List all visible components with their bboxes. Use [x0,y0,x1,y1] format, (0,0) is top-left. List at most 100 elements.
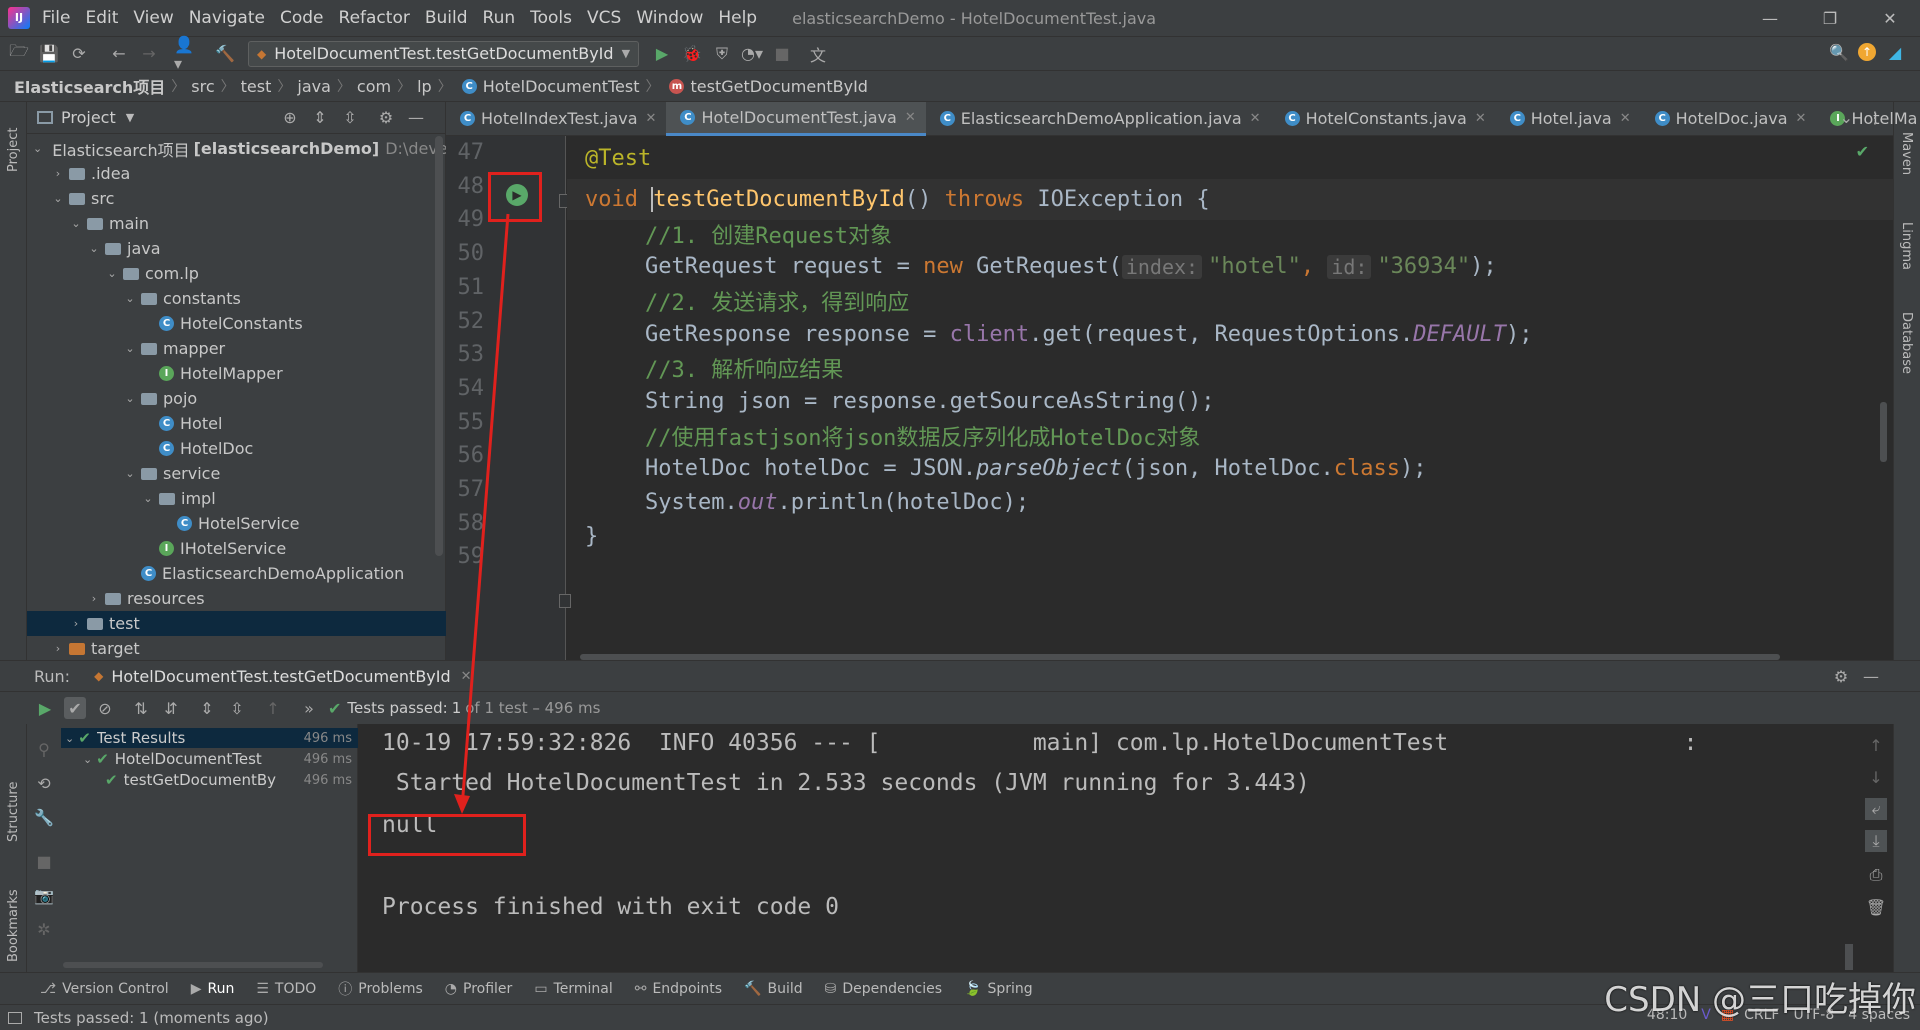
expand-all-icon[interactable]: ⇕ [196,697,218,719]
print-icon[interactable]: ⎙ [1865,864,1887,886]
menu-item-build[interactable]: Build [425,8,468,28]
update-icon[interactable]: ↑ [1858,43,1876,61]
gear-icon[interactable]: ⚙ [1830,665,1852,687]
menu-item-view[interactable]: View [133,8,173,28]
tree-item[interactable]: › resources [27,586,446,611]
scroll-end-icon[interactable]: ⤓ [1865,830,1887,852]
sync-icon[interactable]: ⟳ [68,43,90,65]
hide-icon[interactable]: — [1860,665,1882,687]
project-scrollbar[interactable] [435,136,443,556]
pin-icon[interactable]: ⚲ [33,738,55,760]
results-hscrollbar[interactable] [63,962,323,968]
database-tool-tab[interactable]: Database [1899,312,1914,374]
run-tab[interactable]: HotelDocumentTest.testGetDocumentById [111,667,450,686]
menu-item-file[interactable]: File [42,8,70,28]
tree-toggle-icon[interactable]: ⌄ [69,217,83,230]
tree-toggle-icon[interactable]: ⌄ [141,492,155,505]
bottom-tab-build[interactable]: 🔨 Build [744,981,803,997]
sort-duration-icon[interactable]: ⇵ [160,697,182,719]
bottom-tab-spring[interactable]: 🍃 Spring [964,981,1033,997]
breadcrumb-item[interactable]: testGetDocumentById [690,77,867,96]
stop-icon[interactable]: ■ [33,850,55,872]
debug-icon[interactable]: 🐞 [681,43,703,65]
breadcrumb-item[interactable]: Elasticsearch项目 [14,74,165,98]
close-icon[interactable]: ✕ [1860,9,1920,28]
editor-vscrollbar[interactable] [1880,402,1887,462]
prev-failed-icon[interactable]: ↑ [262,697,284,719]
close-tab-icon[interactable]: ✕ [1796,111,1807,126]
collapse-all-icon[interactable]: ⇳ [226,697,248,719]
close-tab-icon[interactable]: ✕ [1475,111,1486,126]
bottom-tab-version-control[interactable]: ⎇ Version Control [40,981,169,997]
expand-all-icon[interactable]: ⇕ [309,106,331,128]
more-icon[interactable]: ⋮ [1867,108,1883,127]
tree-item[interactable]: I IHotelService [27,536,446,561]
editor-tab[interactable]: C ElasticsearchDemoApplication.java ✕ [926,102,1271,136]
collapse-all-icon[interactable]: ⇳ [339,106,361,128]
tree-item[interactable]: C HotelDoc [27,436,446,461]
user-icon[interactable]: 👤▾ [174,35,196,73]
test-result-item[interactable]: ✔ testGetDocumentBy 496 ms [61,770,358,790]
close-icon[interactable]: ✕ [461,669,472,684]
close-tab-icon[interactable]: ✕ [905,110,916,125]
tree-item[interactable]: C ElasticsearchDemoApplication [27,561,446,586]
breadcrumb-item[interactable]: HotelDocumentTest [483,77,640,96]
bottom-tab-profiler[interactable]: ◔ Profiler [445,981,513,997]
editor-tab[interactable]: C Hotel.java ✕ [1496,102,1641,136]
editor-tab[interactable]: C HotelDoc.java ✕ [1641,102,1817,136]
menu-item-tools[interactable]: Tools [530,8,572,28]
menu-item-help[interactable]: Help [718,8,757,28]
search-icon[interactable]: 🔍 [1828,41,1850,63]
coverage-icon[interactable]: ⛨ [711,43,733,65]
status-message[interactable]: Tests passed: 1 (moments ago) [34,1009,269,1027]
close-tab-icon[interactable]: ✕ [646,111,657,126]
menu-item-vcs[interactable]: VCS [587,8,621,28]
bottom-tab-endpoints[interactable]: ⚯ Endpoints [635,981,722,997]
bottom-tab-terminal[interactable]: ▭ Terminal [534,981,612,997]
editor-tab[interactable]: C HotelConstants.java ✕ [1271,102,1496,136]
tree-toggle-icon[interactable]: ⌄ [123,392,137,405]
tree-toggle-icon[interactable]: ⌄ [105,267,119,280]
menu-item-window[interactable]: Window [636,8,703,28]
back-icon[interactable]: ← [108,43,130,65]
save-icon[interactable]: 💾 [38,43,60,65]
camera-icon[interactable]: 📷 [33,884,55,906]
test-result-item[interactable]: ⌄ ✔ Test Results 496 ms [61,728,358,748]
code-area[interactable]: @Test void testGetDocumentById() throws … [567,136,1893,660]
stop-icon[interactable]: ■ [771,43,793,65]
console-vscrollbar[interactable] [1845,944,1853,970]
breadcrumb-item[interactable]: lp [417,77,432,96]
close-tab-icon[interactable]: ✕ [1620,111,1631,126]
bookmarks-tool-tab[interactable]: Bookmarks [6,889,21,962]
up-icon[interactable]: ↑ [1865,734,1887,756]
run-config-select[interactable]: ◆ HotelDocumentTest.testGetDocumentById … [248,40,640,67]
tree-item[interactable]: I HotelMapper [27,361,446,386]
tree-toggle-icon[interactable]: ⌄ [65,732,74,745]
tree-item[interactable]: C Hotel [27,411,446,436]
tree-item[interactable]: ⌄ service [27,461,446,486]
tree-item[interactable]: ⌄ src [27,186,446,211]
trash-icon[interactable]: 🗑 [1865,896,1887,918]
maven-tool-tab[interactable]: Maven [1899,132,1914,175]
run-icon[interactable]: ▶ [651,43,673,65]
test-result-item[interactable]: ⌄ ✔ HotelDocumentTest 496 ms [61,749,358,769]
project-view-select[interactable]: Project [61,108,116,127]
breadcrumb-item[interactable]: src [191,77,214,96]
project-tool-tab[interactable]: Project [6,128,21,172]
tree-toggle-icon[interactable]: ⌄ [123,467,137,480]
tree-toggle-icon[interactable]: › [87,592,101,605]
rerun-icon[interactable]: ▶ [34,697,56,719]
open-folder-icon[interactable]: 🗁 [8,41,30,65]
show-ignored-icon[interactable]: ⊘ [94,697,116,719]
tree-toggle-icon[interactable]: › [69,617,83,630]
tree-root[interactable]: ⌄ Elasticsearch项目 [elasticsearchDemo] D:… [27,136,472,161]
sort-alpha-icon[interactable]: ⇅ [130,697,152,719]
tree-item[interactable]: ⌄ main [27,211,446,236]
close-tab-icon[interactable]: ✕ [1250,111,1261,126]
profile-icon[interactable]: ◔▾ [741,43,763,65]
editor-tab[interactable]: C HotelDocumentTest.java ✕ [666,101,926,136]
tree-toggle-icon[interactable]: › [51,642,65,655]
bottom-tab-problems[interactable]: ⓘ Problems [338,979,423,999]
tree-toggle-icon[interactable]: › [51,167,65,180]
structure-tool-tab[interactable]: Structure [6,782,21,842]
